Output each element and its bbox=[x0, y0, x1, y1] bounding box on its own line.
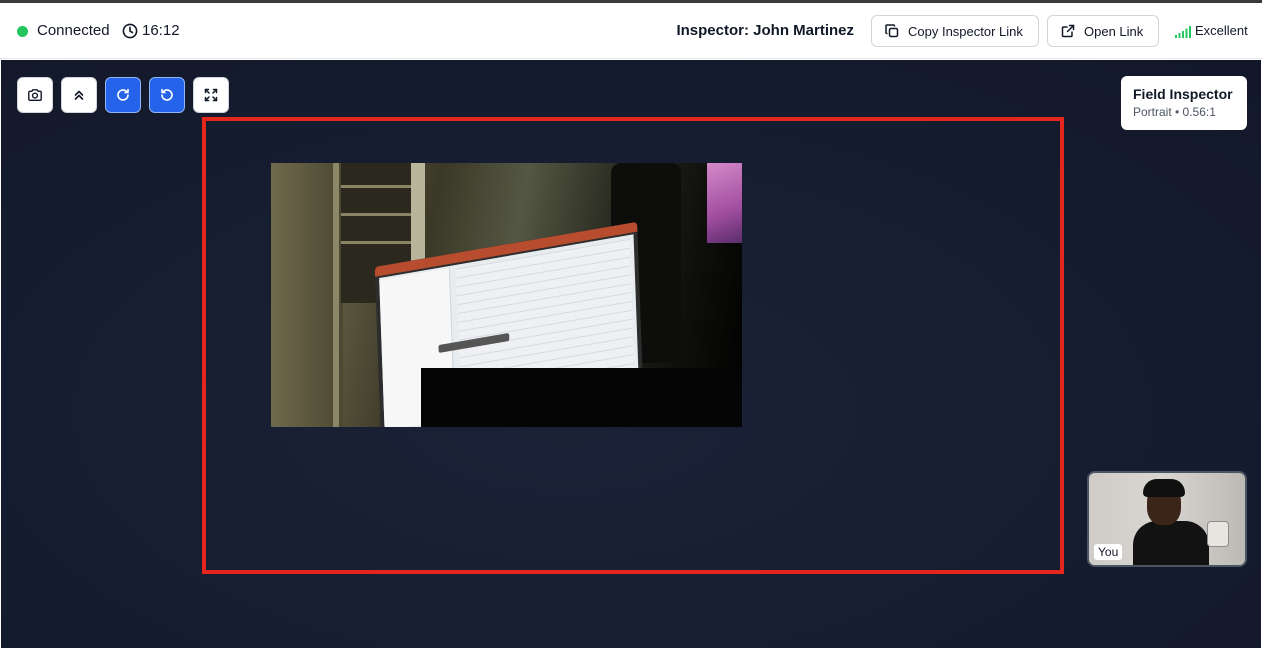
rotate-clockwise-button[interactable] bbox=[105, 77, 141, 113]
fullscreen-icon bbox=[204, 88, 218, 102]
video-stage: Field Inspector Portrait • 0.56:1 You bbox=[1, 60, 1261, 648]
capture-photo-button[interactable] bbox=[17, 77, 53, 113]
field-inspector-card: Field Inspector Portrait • 0.56:1 bbox=[1121, 76, 1247, 130]
signal-strength-icon bbox=[1175, 26, 1191, 38]
bottom-strip bbox=[0, 648, 1262, 657]
feed-monitor bbox=[707, 163, 742, 243]
feed-shelf-board bbox=[341, 241, 411, 244]
rotate-cw-icon bbox=[117, 88, 129, 101]
move-up-button[interactable] bbox=[61, 77, 97, 113]
app-window: Connected 16:12 Inspector: John Martinez… bbox=[0, 0, 1262, 657]
open-link-button[interactable]: Open Link bbox=[1047, 15, 1159, 47]
feed-shelf-board bbox=[341, 185, 411, 188]
external-link-icon bbox=[1061, 24, 1075, 38]
self-view-person-hair bbox=[1143, 479, 1185, 497]
copy-inspector-link-button[interactable]: Copy Inspector Link bbox=[871, 15, 1039, 47]
feed-laptop-keyboard bbox=[421, 368, 742, 427]
rotate-ccw-icon bbox=[161, 88, 173, 101]
field-inspector-orientation: Portrait • 0.56:1 bbox=[1133, 105, 1216, 119]
self-view-label: You bbox=[1094, 544, 1123, 560]
status-indicator-dot bbox=[17, 26, 28, 37]
self-view-person-body bbox=[1133, 521, 1209, 565]
feed-shelf-board bbox=[341, 213, 411, 216]
inspector-name: Inspector: John Martinez bbox=[676, 22, 854, 39]
connection-quality: Excellent bbox=[1195, 23, 1248, 38]
camera-icon bbox=[28, 89, 42, 101]
copy-inspector-link-label: Copy Inspector Link bbox=[908, 23, 1023, 39]
open-link-label: Open Link bbox=[1084, 23, 1144, 39]
call-timer: 16:12 bbox=[142, 22, 180, 39]
connection-status: Connected bbox=[37, 22, 110, 39]
field-inspector-title: Field Inspector bbox=[1133, 86, 1233, 102]
rotate-counterclockwise-button[interactable] bbox=[149, 77, 185, 113]
chevrons-up-icon bbox=[74, 90, 84, 100]
header-bar: Connected 16:12 Inspector: John Martinez… bbox=[0, 3, 1262, 59]
self-view-phone bbox=[1207, 521, 1229, 547]
clock-icon bbox=[122, 23, 138, 39]
self-view-video[interactable]: You bbox=[1087, 471, 1247, 567]
feed-door-edge bbox=[333, 163, 339, 427]
copy-icon bbox=[885, 24, 899, 38]
remote-video-feed[interactable] bbox=[271, 163, 742, 427]
fullscreen-button[interactable] bbox=[193, 77, 229, 113]
